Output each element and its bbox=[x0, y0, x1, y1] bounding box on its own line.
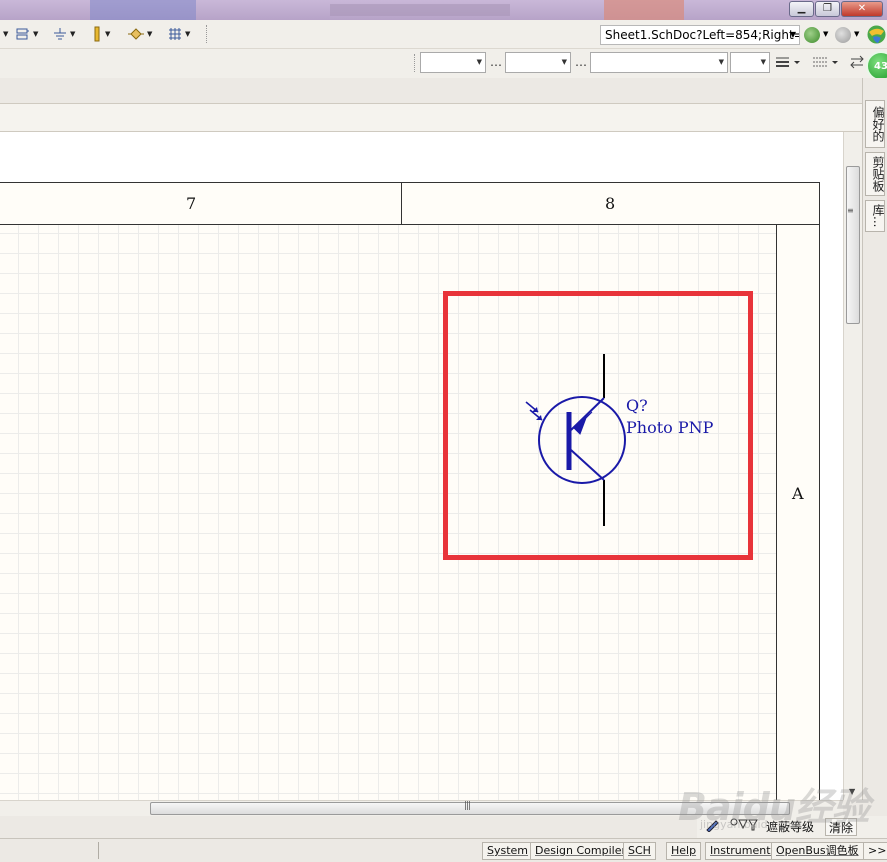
more-dots-icon[interactable]: … bbox=[490, 55, 502, 69]
vertical-scrollbar[interactable]: ≡ ▼ bbox=[843, 132, 862, 800]
restore-icon: ❐ bbox=[823, 3, 832, 14]
line-style-icon[interactable] bbox=[812, 56, 840, 68]
filter-icon bbox=[730, 818, 758, 831]
format-combo-2[interactable]: ▼ bbox=[505, 52, 571, 73]
status-divider bbox=[98, 842, 99, 859]
close-button[interactable]: ✕ bbox=[841, 1, 883, 17]
panel-button-openbus[interactable]: OpenBus调色板 bbox=[771, 842, 864, 860]
toolbar-separator bbox=[414, 54, 416, 72]
status-overflow-button[interactable]: >> bbox=[863, 842, 887, 860]
back-arrow-icon[interactable] bbox=[804, 27, 820, 43]
swap-arrows-icon[interactable] bbox=[849, 54, 865, 70]
zone-column-label: 8 bbox=[605, 194, 616, 213]
clear-button[interactable]: 清除 bbox=[825, 818, 858, 836]
chevron-down-icon: ▼ bbox=[718, 58, 724, 66]
toolbar-spacer bbox=[0, 78, 862, 104]
chevron-down-icon: ▼ bbox=[760, 58, 766, 66]
panel-button-design-compiler[interactable]: Design Compiler bbox=[530, 842, 631, 860]
pen-tool-button[interactable] bbox=[701, 818, 723, 836]
chevron-down-icon[interactable]: ▼ bbox=[790, 26, 796, 44]
document-address-field[interactable]: Sheet1.SchDoc?Left=854;Right= ▼ bbox=[600, 25, 800, 45]
title-bar: ▁ ❐ ✕ bbox=[0, 0, 887, 20]
grip-icon: ||| bbox=[464, 801, 471, 811]
line-width-icon[interactable] bbox=[775, 56, 801, 68]
close-icon: ✕ bbox=[857, 3, 867, 14]
panel-button-sch[interactable]: SCH bbox=[623, 842, 656, 860]
toolbar-separator bbox=[206, 25, 208, 43]
globe-icon[interactable] bbox=[866, 24, 887, 45]
port-tool-button[interactable]: ▼ bbox=[16, 26, 38, 42]
port-icon bbox=[16, 28, 29, 40]
panel-button-help[interactable]: Help bbox=[666, 842, 702, 860]
pin-icon bbox=[94, 26, 100, 42]
chevron-down-icon[interactable]: ▼ bbox=[823, 30, 828, 38]
pin-tool-button[interactable]: ▼ bbox=[92, 26, 110, 42]
horizontal-scroll-thumb[interactable]: ||| bbox=[150, 801, 790, 815]
restore-button[interactable]: ❐ bbox=[815, 1, 840, 17]
font-size-combo[interactable]: ▼ bbox=[730, 52, 770, 73]
mask-level-label[interactable]: 遮蔽等级 bbox=[763, 818, 817, 836]
font-combo[interactable]: ▼ bbox=[590, 52, 728, 73]
more-dots-icon[interactable]: … bbox=[575, 55, 587, 69]
panel-button-instruments[interactable]: Instruments bbox=[705, 842, 782, 860]
document-address-value: Sheet1.SchDoc?Left=854;Right= bbox=[605, 28, 800, 42]
horizontal-scrollbar[interactable]: ||| bbox=[0, 800, 843, 816]
scroll-down-arrow-icon[interactable]: ▼ bbox=[849, 787, 855, 796]
zone-header-row bbox=[0, 182, 820, 225]
notification-count: 43 bbox=[874, 60, 887, 72]
grid-icon bbox=[169, 28, 181, 40]
zone-column-label: 7 bbox=[186, 194, 197, 213]
side-tab-libraries[interactable]: 库... bbox=[865, 200, 885, 232]
chevron-down-icon: ▼ bbox=[561, 58, 567, 66]
side-panel-dock: 偏好的 剪贴板 库... bbox=[862, 78, 887, 800]
chevron-down-icon[interactable]: ▼ bbox=[854, 30, 859, 38]
title-bar-blurred-region bbox=[604, 0, 684, 20]
status-bar: System Design Compiler SCH Help Instrume… bbox=[0, 838, 887, 862]
power-ground-icon bbox=[54, 28, 66, 40]
app-window: ▁ ❐ ✕ ▼ ▼ ▼ ▼ ▼ ▼ Sheet1.SchDoc?Left=854… bbox=[0, 0, 887, 862]
chevron-down-icon: ▼ bbox=[476, 58, 482, 66]
side-tab-favorites[interactable]: 偏好的 bbox=[865, 100, 885, 148]
highlight-box bbox=[443, 291, 753, 560]
minimize-button[interactable]: ▁ bbox=[789, 1, 814, 17]
title-bar-blurred-region bbox=[90, 0, 196, 20]
power-port-tool-button[interactable]: ▼ bbox=[53, 26, 75, 42]
toolbar-dropdown-caret[interactable]: ▼ bbox=[0, 26, 8, 42]
filter-button[interactable] bbox=[727, 818, 761, 836]
vertical-scroll-thumb[interactable] bbox=[846, 166, 860, 324]
format-combo-1[interactable]: ▼ bbox=[420, 52, 486, 73]
grid-tool-button[interactable]: ▼ bbox=[168, 26, 190, 42]
grip-icon: ≡ bbox=[847, 206, 854, 215]
junction-icon bbox=[128, 28, 144, 40]
panel-button-system[interactable]: System bbox=[482, 842, 534, 860]
junction-tool-button[interactable]: ▼ bbox=[128, 26, 152, 42]
zone-row-label: A bbox=[792, 484, 804, 503]
title-bar-blurred-region bbox=[330, 4, 510, 16]
minimize-icon: ▁ bbox=[797, 3, 806, 14]
zone-divider bbox=[401, 182, 402, 225]
document-tab-strip bbox=[0, 104, 862, 132]
window-controls: ▁ ❐ ✕ bbox=[789, 1, 883, 17]
schematic-canvas[interactable]: 7 8 A Q? Photo PNP bbox=[0, 132, 843, 800]
mask-toolbar: 遮蔽等级 清除 bbox=[697, 816, 887, 838]
side-tab-clipboard[interactable]: 剪贴板 bbox=[865, 152, 885, 196]
forward-arrow-icon[interactable] bbox=[835, 27, 851, 43]
pen-icon bbox=[706, 820, 719, 833]
